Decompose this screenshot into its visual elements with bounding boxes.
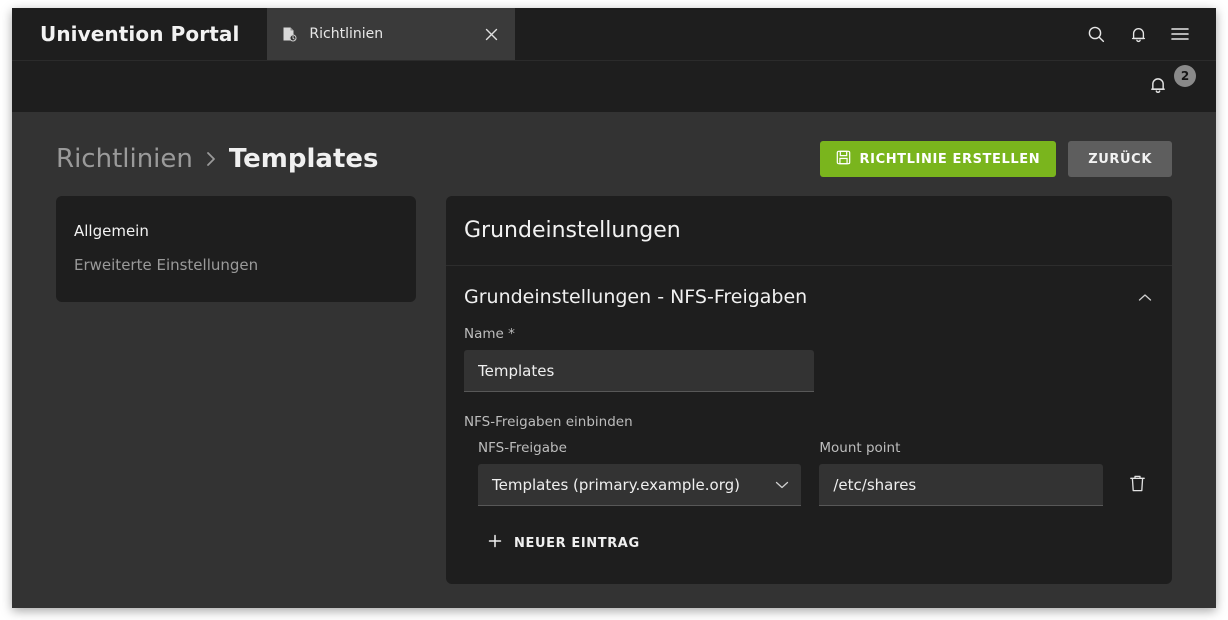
app-brand-title: Univention Portal [40,22,240,46]
chevron-up-icon[interactable] [1138,293,1152,302]
create-policy-label: RICHTLINIE ERSTELLEN [859,151,1041,167]
breadcrumb: Richtlinien Templates [56,144,379,174]
policy-document-icon [281,26,297,42]
create-policy-button[interactable]: RICHTLINIE ERSTELLEN [819,141,1057,177]
tab-richtlinien[interactable]: Richtlinien [267,8,516,60]
trash-icon [1129,474,1146,496]
sidebar-item-allgemein[interactable]: Allgemein [56,214,416,248]
page-header-actions: RICHTLINIE ERSTELLEN ZURÜCK [819,141,1172,177]
top-bar: Univention Portal Richtlinien [12,8,1216,60]
bell-icon [1148,75,1168,99]
section-body: Name * NFS-Freigaben einbinden NFS-Freig… [446,326,1172,584]
content-columns: Allgemein Erweiterte Einstellungen Grund… [56,196,1172,584]
save-floppy-icon [836,150,851,169]
nfs-share-column: NFS-Freigabe Templates (primary.example.… [478,440,802,506]
app-window: Univention Portal Richtlinien 2 Richtlin… [12,8,1216,608]
notification-count-badge: 2 [1174,64,1196,87]
top-bar-actions [1078,8,1216,60]
section-header-nfs-freigaben[interactable]: Grundeinstellungen - NFS-Freigaben [446,266,1172,326]
bell-icon[interactable] [1120,16,1156,52]
tab-label: Richtlinien [309,26,384,42]
section-title: Grundeinstellungen - NFS-Freigaben [464,286,808,308]
name-field-label: Name * [464,326,515,342]
breadcrumb-parent-richtlinien[interactable]: Richtlinien [56,144,193,174]
name-input[interactable] [464,350,814,392]
page-title: Templates [228,144,379,174]
notification-bar: 2 [12,60,1216,112]
page-content: Richtlinien Templates RICHTLINIE ERSTELL… [12,112,1216,608]
close-icon[interactable] [481,24,501,44]
settings-nav-card: Allgemein Erweiterte Einstellungen [56,196,416,302]
nfs-share-select[interactable]: Templates (primary.example.org) [478,464,802,506]
notification-button[interactable]: 2 [1148,64,1196,105]
search-icon[interactable] [1078,16,1114,52]
mount-point-column: Mount point [819,440,1104,506]
page-header: Richtlinien Templates RICHTLINIE ERSTELL… [56,112,1172,196]
nfs-group-label: NFS-Freigaben einbinden [464,414,633,430]
add-entry-label: NEUER EINTRAG [514,535,640,551]
panel-title: Grundeinstellungen [446,196,1172,266]
nfs-share-label: NFS-Freigabe [478,440,567,456]
sidebar-item-erweiterte-einstellungen[interactable]: Erweiterte Einstellungen [56,248,416,282]
hamburger-menu-icon[interactable] [1162,16,1198,52]
plus-icon [488,534,502,552]
tab-strip: Richtlinien [267,8,1078,60]
back-button[interactable]: ZURÜCK [1068,141,1172,177]
nfs-share-selected-value: Templates (primary.example.org) [492,475,740,494]
settings-panel: Grundeinstellungen Grundeinstellungen - … [446,196,1172,584]
mount-point-label: Mount point [819,440,901,456]
nfs-entry-row: NFS-Freigabe Templates (primary.example.… [464,440,1154,506]
delete-entry-button[interactable] [1121,464,1154,506]
mount-point-input[interactable] [819,464,1104,506]
chevron-right-icon [205,150,217,168]
add-entry-button[interactable]: NEUER EINTRAG [478,528,650,558]
